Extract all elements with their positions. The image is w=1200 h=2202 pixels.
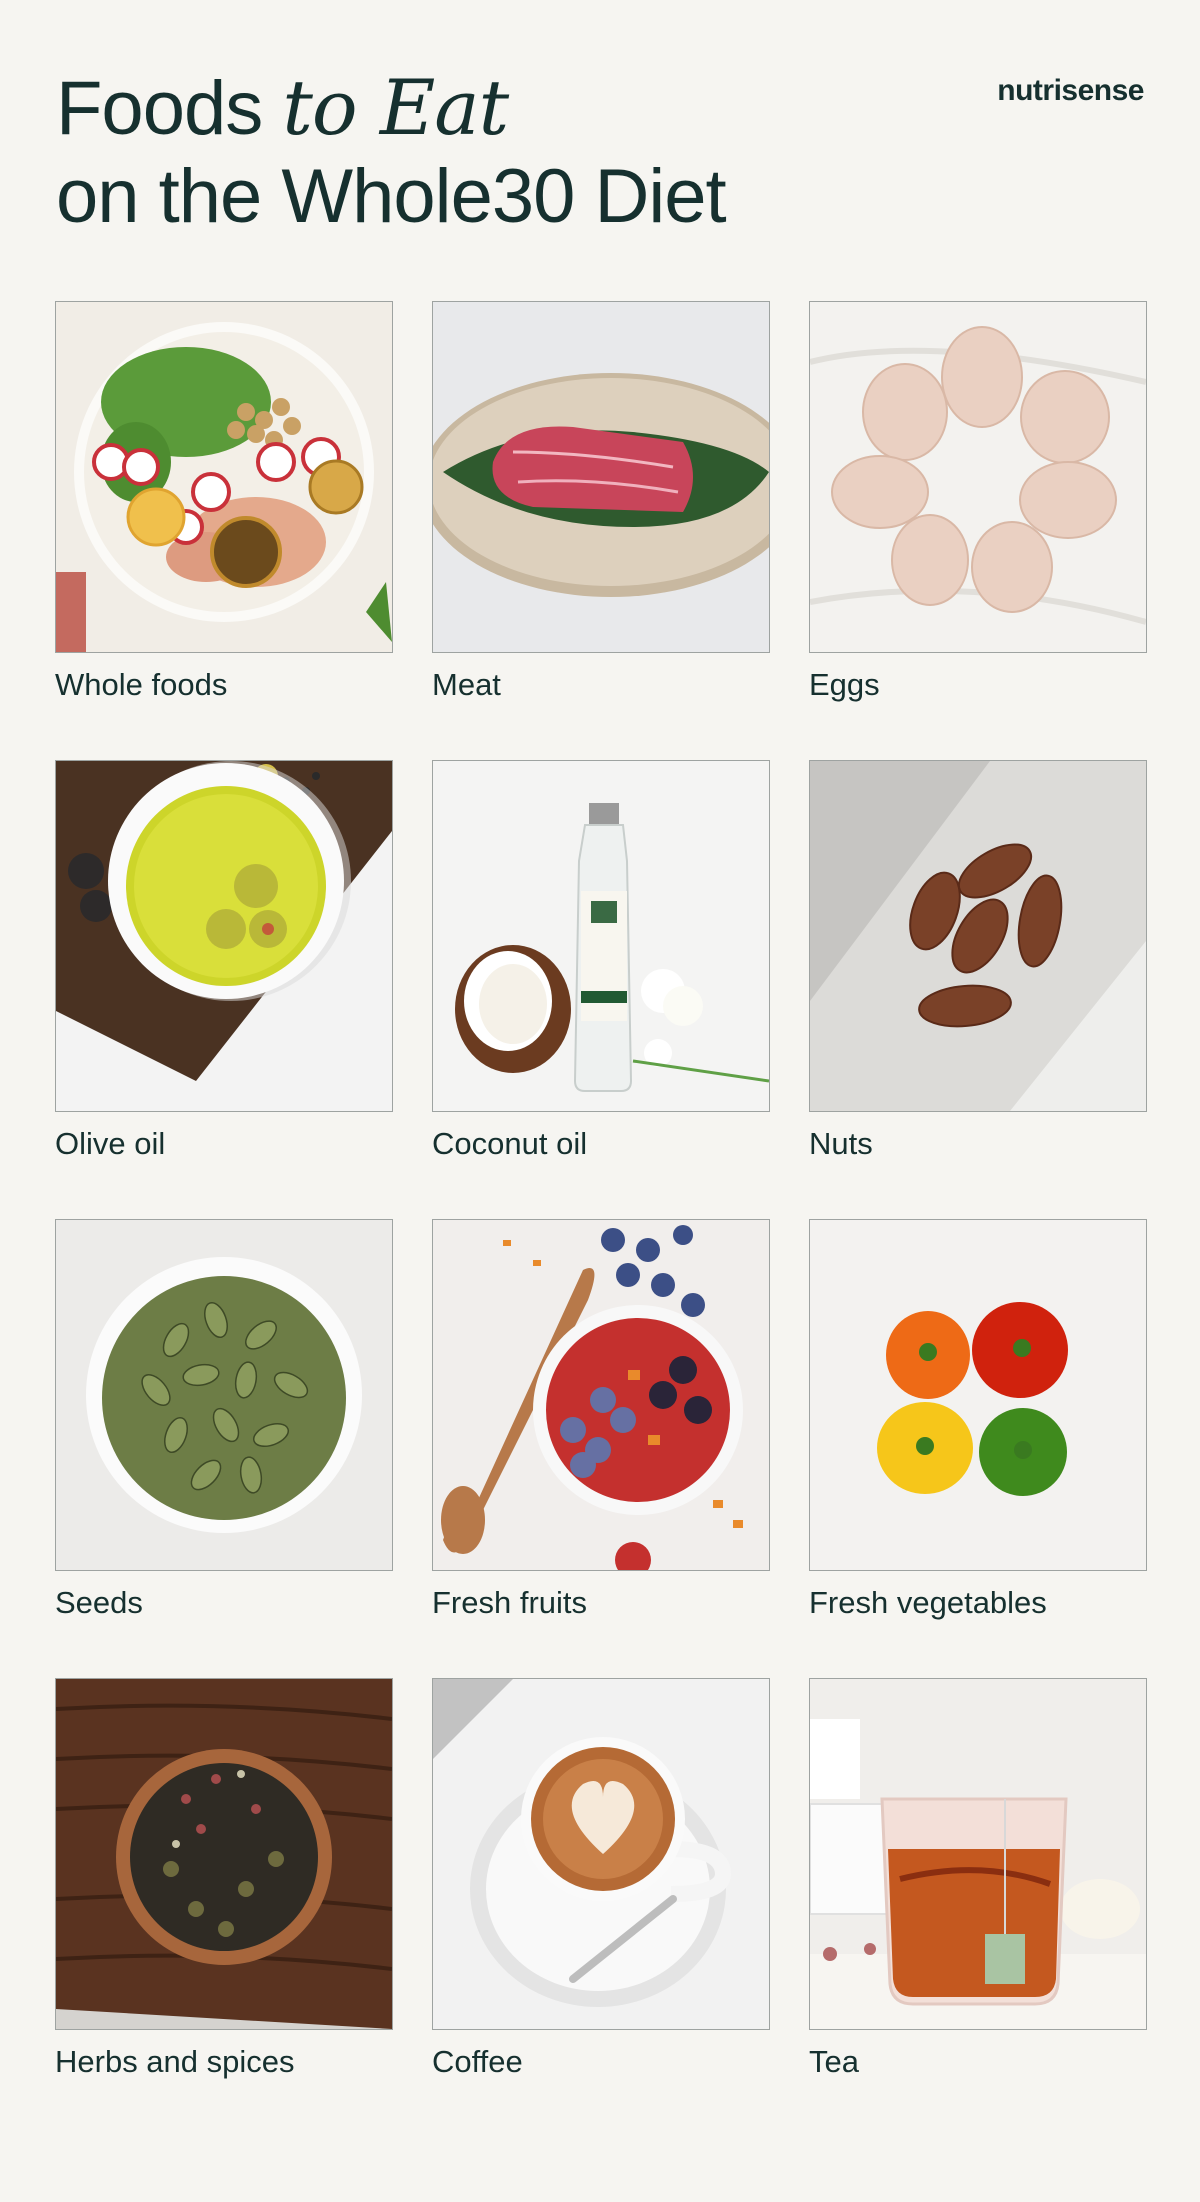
food-label: Whole foods — [55, 667, 228, 702]
food-label: Seeds — [55, 1585, 143, 1620]
almonds-photo — [809, 760, 1147, 1112]
food-label: Nuts — [809, 1126, 873, 1161]
food-label: Fresh fruits — [432, 1585, 588, 1620]
title-to-eat: to Eat — [282, 63, 509, 152]
food-grid: Whole foods Meat Eggs Olive oil Coconut … — [55, 301, 1147, 2079]
pumpkin-seeds-photo — [55, 1219, 393, 1571]
raw-steak-photo — [432, 301, 770, 653]
title-line-2: on the Whole30 Diet — [56, 154, 727, 239]
latte-cup-photo — [432, 1678, 770, 2030]
coconut-oil-bottle-photo — [432, 760, 770, 1112]
food-label: Herbs and spices — [55, 2044, 295, 2079]
tea-glass-photo — [809, 1678, 1147, 2030]
brand-logo: nutrisense — [997, 74, 1144, 107]
salad-bowl-photo — [55, 301, 393, 653]
food-label: Coffee — [432, 2044, 523, 2079]
food-label: Eggs — [809, 667, 880, 702]
food-label: Fresh vegetables — [809, 1585, 1047, 1620]
herb-bowl-photo — [55, 1678, 393, 2030]
food-label: Meat — [432, 667, 501, 702]
olive-oil-bowl-photo — [55, 760, 393, 1112]
food-label: Tea — [809, 2044, 859, 2079]
page-title: Foods to Eat on the Whole30 Diet — [56, 63, 727, 241]
bell-peppers-photo — [809, 1219, 1147, 1571]
title-foods: Foods — [56, 66, 263, 151]
food-label: Olive oil — [55, 1126, 166, 1161]
food-label: Coconut oil — [432, 1126, 588, 1161]
eggs-photo — [809, 301, 1147, 653]
berry-bowl-photo — [432, 1219, 770, 1571]
infographic-page: Foods to Eat on the Whole30 Diet nutrise… — [0, 0, 1200, 2202]
